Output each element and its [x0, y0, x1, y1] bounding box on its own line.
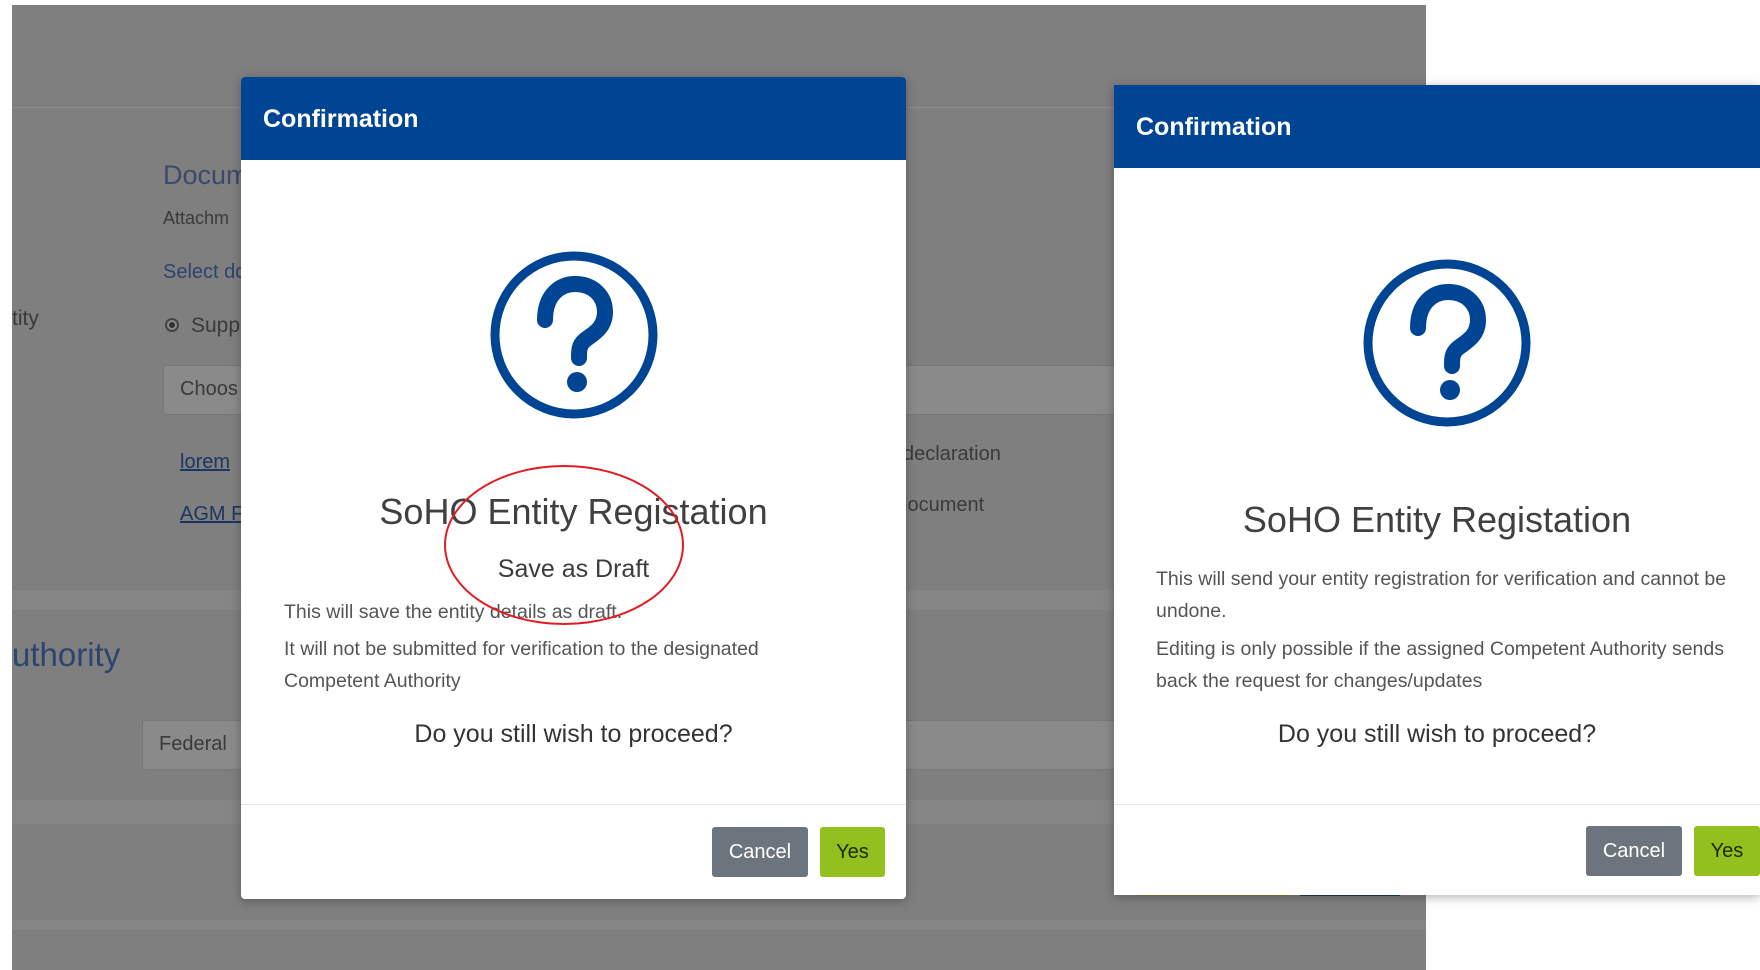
document-text: locument: [903, 494, 985, 516]
dialog-question: Do you still wish to proceed?: [414, 720, 733, 748]
documents-heading: Docum: [163, 160, 249, 190]
confirmation-dialog-submit: Confirmation SoHO Entity Registation Thi…: [1114, 85, 1760, 895]
file-link-1[interactable]: lorem: [180, 451, 230, 474]
attachment-label: Attachm: [163, 208, 230, 228]
dialog-line-2: Editing is only possible if the assigned…: [1156, 638, 1724, 692]
cancel-button[interactable]: Cancel: [712, 827, 808, 877]
authority-heading: uthority: [12, 636, 121, 673]
dialog-heading: SoHO Entity Registation: [1242, 499, 1632, 540]
question-circle-icon: [1363, 259, 1531, 427]
radio-label: Supp: [191, 314, 241, 337]
section-separator: [12, 920, 1426, 930]
dialog-line-1: This will save the entity details as dra…: [284, 601, 623, 623]
declaration-text: declaration: [903, 443, 1001, 465]
yes-button[interactable]: Yes: [820, 827, 885, 877]
cancel-button[interactable]: Cancel: [1586, 826, 1682, 876]
dialog-footer-divider: [241, 804, 906, 805]
supporting-doc-radio[interactable]: [165, 318, 179, 332]
entity-label: tity: [12, 307, 39, 330]
dialog-header: Confirmation: [1114, 85, 1760, 168]
confirmation-dialog-draft: Confirmation SoHO Entity Registation Sav…: [241, 77, 906, 899]
file-link-2[interactable]: AGM F: [180, 503, 243, 526]
dialog-footer-divider: [1114, 804, 1760, 805]
choose-file-button[interactable]: Choos: [180, 378, 238, 401]
dialog-heading: SoHO Entity Registation: [379, 491, 768, 532]
dialog-header: Confirmation: [241, 77, 906, 160]
dialog-title: Confirmation: [263, 105, 419, 133]
dialog-question: Do you still wish to proceed?: [1277, 720, 1597, 748]
authority-select-value: Federal: [159, 733, 227, 755]
dialog-line-2: It will not be submitted for verificatio…: [284, 638, 759, 692]
select-document-label: Select dc: [163, 261, 246, 283]
yes-button[interactable]: Yes: [1694, 826, 1760, 876]
dialog-subheading: Save as Draft: [497, 555, 650, 583]
dialog-line-1: This will send your entity registration …: [1156, 568, 1727, 622]
question-circle-icon: [490, 251, 658, 419]
dialog-title: Confirmation: [1136, 113, 1292, 141]
